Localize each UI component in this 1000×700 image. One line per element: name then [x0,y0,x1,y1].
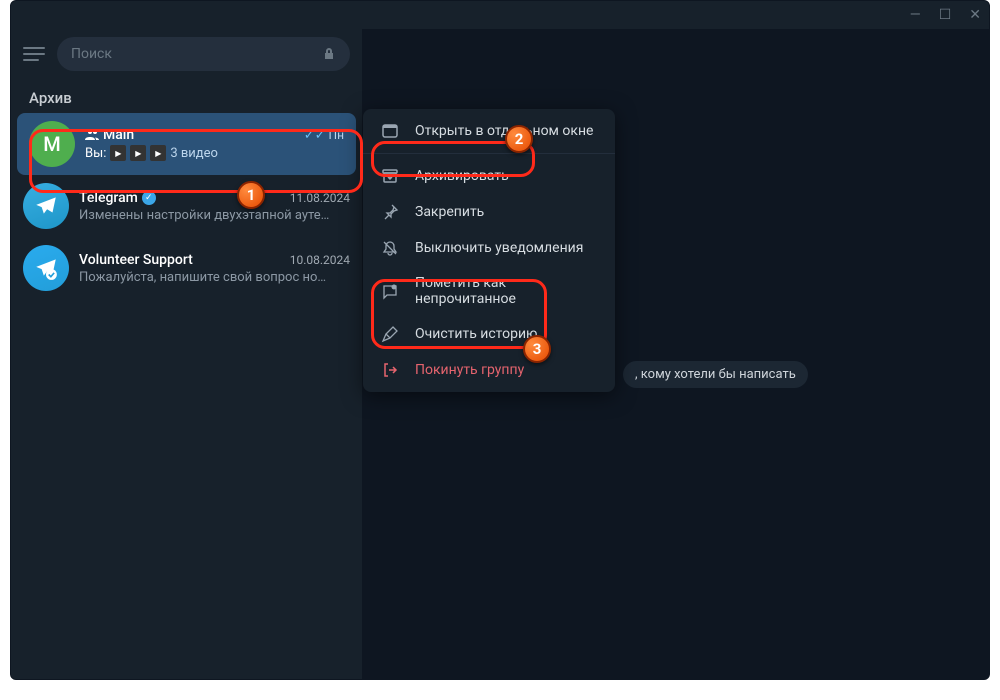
avatar: M [29,121,75,167]
search-input[interactable]: Поиск [57,37,350,71]
menu-label: Архивировать [415,168,509,184]
unread-icon [381,282,399,300]
mute-icon [381,239,399,257]
menu-icon[interactable] [23,46,45,62]
menu-open-separate-window[interactable]: Открыть в отдельном окне [363,113,615,149]
archive-section-label: Архив [11,79,362,113]
chat-name: Telegram [79,190,138,206]
video-thumb-icon: ▶ [130,145,146,161]
chat-list: M Main ✓✓ Пн [11,113,362,679]
chat-time: Пн [329,128,344,142]
search-placeholder: Поиск [71,46,112,62]
menu-label: Пометить как непрочитанное [415,275,597,307]
empty-hint: , кому хотели бы написать [623,361,808,388]
window-icon [381,122,399,140]
menu-label: Открыть в отдельном окне [415,123,593,139]
video-thumb-icon: ▶ [150,145,166,161]
context-menu: Открыть в отдельном окне Архивировать За… [363,109,615,392]
menu-archive[interactable]: Архивировать [363,158,615,194]
sidebar: Поиск Архив M Main ✓ [11,29,363,679]
chat-name: Main [103,127,134,143]
group-icon [85,129,99,141]
chat-time: 11.08.2024 [290,191,350,205]
leave-icon [381,361,399,379]
chat-item-support[interactable]: Volunteer Support 10.08.2024 Пожалуйста,… [11,237,362,299]
read-checks-icon: ✓✓ [304,128,326,143]
chat-item-main[interactable]: M Main ✓✓ Пн [17,113,356,175]
video-thumb-icon: ▶ [110,145,126,161]
titlebar: — ☐ ✕ [11,1,989,29]
menu-label: Покинуть группу [415,362,524,378]
chat-preview-you: Вы: [85,146,106,161]
window-maximize-button[interactable]: ☐ [939,7,952,23]
menu-clear-history[interactable]: Очистить историю [363,316,615,352]
menu-pin[interactable]: Закрепить [363,194,615,230]
verified-icon: ✓ [142,191,156,205]
menu-mute[interactable]: Выключить уведомления [363,230,615,266]
chat-preview-text: Пожалуйста, напишите свой вопрос но… [79,270,350,285]
avatar [23,245,69,291]
telegram-window: — ☐ ✕ Поиск Архив M [10,0,990,680]
archive-icon [381,167,399,185]
window-minimize-button[interactable]: — [910,7,921,23]
lock-icon [322,47,336,61]
menu-leave-group[interactable]: Покинуть группу [363,352,615,388]
avatar [23,183,69,229]
broom-icon [381,325,399,343]
menu-label: Очистить историю [415,326,538,342]
chat-preview-text: 3 видео [170,146,218,161]
chat-item-telegram[interactable]: Telegram ✓ 11.08.2024 Изменены настройки… [11,175,362,237]
menu-label: Выключить уведомления [415,240,583,256]
menu-mark-unread[interactable]: Пометить как непрочитанное [363,266,615,316]
chat-preview-text: Изменены настройки двухэтапной ауте… [79,208,350,223]
window-close-button[interactable]: ✕ [969,7,981,23]
menu-separator [363,153,615,154]
menu-label: Закрепить [415,204,484,220]
chat-name: Volunteer Support [79,252,193,268]
main-area: , кому хотели бы написать Открыть в отде… [363,29,989,679]
pin-icon [381,203,399,221]
chat-time: 10.08.2024 [290,253,350,267]
